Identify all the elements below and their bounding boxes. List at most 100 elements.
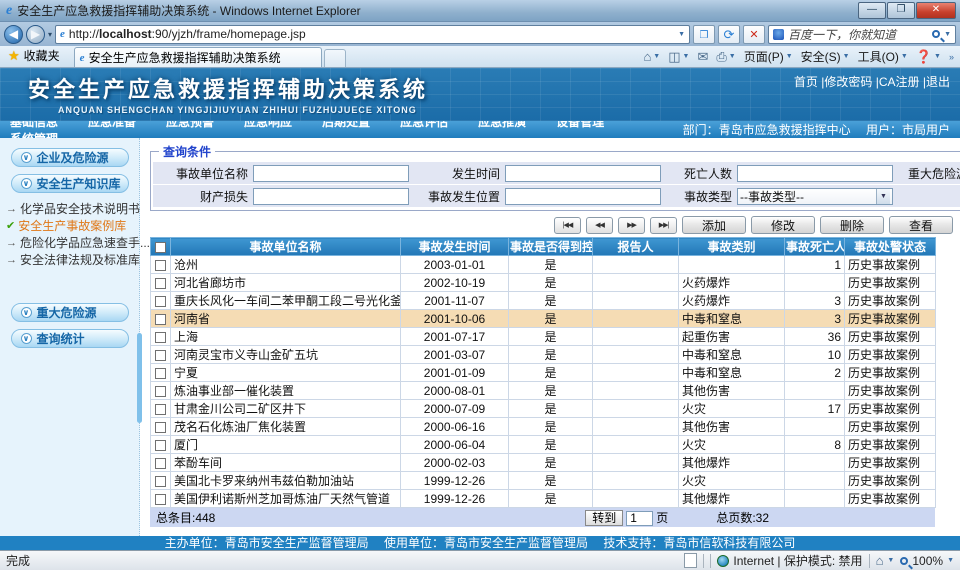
- header-link[interactable]: CA注册: [879, 75, 920, 89]
- table-row[interactable]: 重庆长风化一车间二苯甲酮工段二号光化釜2001-11-07是火药爆炸3历史事故案…: [151, 292, 936, 310]
- address-dropdown-icon[interactable]: ▼: [678, 31, 685, 38]
- overflow-chevron-icon[interactable]: »: [949, 52, 954, 62]
- header-link[interactable]: 修改密码: [824, 75, 872, 89]
- table-row[interactable]: 宁夏2001-01-09是中毒和窒息2历史事故案例: [151, 364, 936, 382]
- row-checkbox[interactable]: [155, 404, 166, 415]
- sidebar-group[interactable]: ∨企业及危险源: [11, 148, 129, 167]
- table-row[interactable]: 上海2001-07-17是起重伤害36历史事故案例: [151, 328, 936, 346]
- sidebar-item[interactable]: →安全法律法规及标准库: [6, 251, 139, 268]
- stop-button[interactable]: ✕: [743, 25, 765, 44]
- row-checkbox[interactable]: [155, 260, 166, 271]
- header-link[interactable]: 退出: [926, 75, 950, 89]
- zoom-control[interactable]: 100% ▼: [900, 554, 954, 568]
- first-page-button[interactable]: |◀◀: [554, 217, 581, 234]
- table-row[interactable]: 河南省2001-10-06是中毒和窒息3历史事故案例: [151, 310, 936, 328]
- table-cell: 2001-10-06: [401, 310, 509, 328]
- goto-button[interactable]: 转到: [585, 510, 623, 526]
- sidebar-item[interactable]: →危险化学品应急速查手...: [6, 234, 139, 251]
- row-checkbox[interactable]: [155, 296, 166, 307]
- compatibility-button[interactable]: ❒: [693, 25, 715, 44]
- row-checkbox[interactable]: [155, 458, 166, 469]
- table-row[interactable]: 美国北卡罗来纳州韦兹伯勒加油站1999-12-26是火灾历史事故案例: [151, 472, 936, 490]
- row-checkbox[interactable]: [155, 350, 166, 361]
- prev-page-button[interactable]: ◀◀: [586, 217, 613, 234]
- sidebar-group[interactable]: ∨安全生产知识库: [11, 174, 129, 193]
- query-field-input[interactable]: [505, 165, 661, 182]
- table-row[interactable]: 沧州2003-01-01是1历史事故案例: [151, 256, 936, 274]
- feeds-button[interactable]: ◫▼: [668, 49, 689, 65]
- row-checkbox[interactable]: [155, 494, 166, 505]
- page-unit-label: 页: [656, 511, 668, 525]
- search-dropdown-icon[interactable]: ▼: [944, 31, 951, 38]
- table-cell: [785, 274, 845, 292]
- header-link[interactable]: 首页: [794, 75, 818, 89]
- maximize-button[interactable]: ❐: [887, 2, 915, 19]
- table-row[interactable]: 厦门2000-06-04是火灾8历史事故案例: [151, 436, 936, 454]
- mail-button[interactable]: ✉: [697, 49, 708, 65]
- next-page-button[interactable]: ▶▶: [618, 217, 645, 234]
- close-button[interactable]: ✕: [916, 2, 956, 19]
- sidebar-item[interactable]: ✔安全生产事故案例库: [6, 217, 139, 234]
- sidebar-group-label: 安全生产知识库: [37, 175, 121, 192]
- minimize-button[interactable]: —: [858, 2, 886, 19]
- query-field-input[interactable]: [737, 165, 893, 182]
- table-row[interactable]: 河南灵宝市义寺山金矿五坑2001-03-07是中毒和窒息10历史事故案例: [151, 346, 936, 364]
- table-row[interactable]: 美国伊利诺斯州芝加哥炼油厂天然气管道1999-12-26是其他爆炸历史事故案例: [151, 490, 936, 508]
- address-input[interactable]: e http://localhost:90/yjzh/frame/homepag…: [55, 25, 690, 44]
- page-menu[interactable]: 页面(P)▼: [744, 48, 793, 65]
- table-row[interactable]: 茂名石化炼油厂焦化装置2000-06-16是其他伤害历史事故案例: [151, 418, 936, 436]
- table-cell: 2002-10-19: [401, 274, 509, 292]
- column-header: 事故是否得到控制: [509, 238, 593, 256]
- page-number-input[interactable]: [626, 511, 653, 526]
- row-checkbox[interactable]: [155, 314, 166, 325]
- safety-menu[interactable]: 安全(S)▼: [801, 48, 850, 65]
- table-row[interactable]: 苯酚车间2000-02-03是其他爆炸历史事故案例: [151, 454, 936, 472]
- back-button[interactable]: ◀: [4, 25, 23, 44]
- row-checkbox[interactable]: [155, 368, 166, 379]
- row-checkbox[interactable]: [155, 476, 166, 487]
- table-cell: 历史事故案例: [845, 490, 936, 508]
- privacy-button[interactable]: ⌂▼: [876, 553, 895, 568]
- browser-tab[interactable]: e 安全生产应急救援指挥辅助决策系统: [74, 47, 322, 67]
- tools-menu[interactable]: 工具(O)▼: [858, 48, 908, 65]
- forward-button[interactable]: ▶: [26, 25, 45, 44]
- security-zone[interactable]: Internet | 保护模式: 禁用: [717, 552, 862, 569]
- query-field-label: 事故类型: [661, 188, 737, 205]
- compatibility-icon: ❒: [700, 30, 709, 41]
- sidebar-group[interactable]: ∨重大危险源: [11, 303, 129, 322]
- search-input[interactable]: 百度一下，你就知道 ▼: [768, 25, 956, 44]
- edit-button[interactable]: 修改: [751, 216, 815, 234]
- add-button[interactable]: 添加: [682, 216, 746, 234]
- history-dropdown-icon[interactable]: ▾: [48, 30, 52, 39]
- sidebar-group[interactable]: ∨查询统计: [11, 329, 129, 348]
- table-row[interactable]: 炼油事业部一催化装置2000-08-01是其他伤害历史事故案例: [151, 382, 936, 400]
- search-icon[interactable]: [932, 30, 940, 38]
- query-field-input[interactable]: [253, 165, 409, 182]
- new-tab-button[interactable]: [324, 49, 346, 67]
- splitter-handle[interactable]: [137, 333, 142, 423]
- query-field-label: 重大危险源: [893, 165, 960, 182]
- query-field-select[interactable]: --事故类型--▼: [737, 188, 893, 205]
- row-checkbox[interactable]: [155, 386, 166, 397]
- row-checkbox[interactable]: [155, 440, 166, 451]
- sidebar-item[interactable]: →化学品安全技术说明书: [6, 200, 139, 217]
- row-checkbox[interactable]: [155, 422, 166, 433]
- help-menu[interactable]: ❓▼: [916, 49, 941, 65]
- favorites-button[interactable]: ★ 收藏夹: [2, 47, 68, 67]
- view-button[interactable]: 查看: [889, 216, 953, 234]
- row-checkbox[interactable]: [155, 332, 166, 343]
- row-checkbox[interactable]: [155, 278, 166, 289]
- table-row[interactable]: 甘肃金川公司二矿区井下2000-07-09是火灾17历史事故案例: [151, 400, 936, 418]
- select-all-checkbox[interactable]: [155, 242, 166, 253]
- table-cell: 中毒和窒息: [679, 364, 785, 382]
- query-field-input[interactable]: [505, 188, 661, 205]
- last-page-button[interactable]: ▶▶|: [650, 217, 677, 234]
- row-checkbox-cell: [151, 310, 171, 328]
- table-row[interactable]: 河北省廊坊市2002-10-19是火药爆炸历史事故案例: [151, 274, 936, 292]
- query-field-input[interactable]: [253, 188, 409, 205]
- chevron-down-icon: ∨: [21, 333, 32, 344]
- print-button[interactable]: ⎙▼: [716, 49, 735, 65]
- home-button[interactable]: ⌂▼: [643, 49, 660, 64]
- delete-button[interactable]: 删除: [820, 216, 884, 234]
- refresh-button[interactable]: ⟳: [718, 25, 740, 44]
